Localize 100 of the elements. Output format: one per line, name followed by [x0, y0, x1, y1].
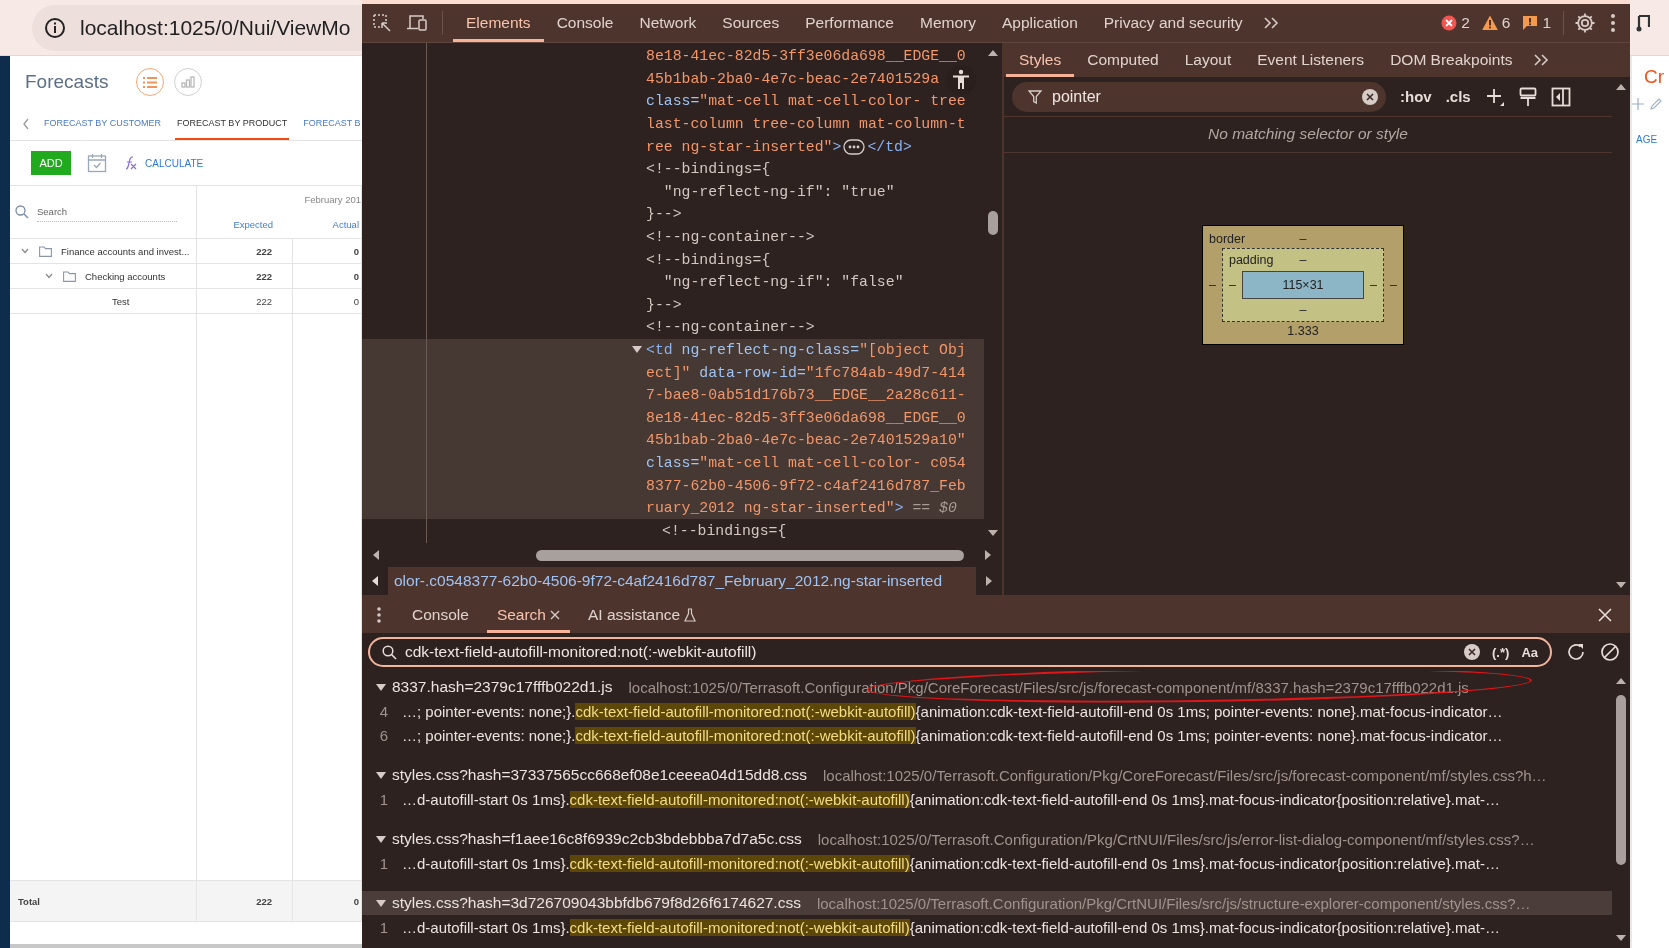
code-line[interactable]: <!--bindings={ — [646, 251, 771, 268]
scroll-up-icon[interactable] — [1615, 83, 1627, 91]
error-count-button[interactable]: 2 — [1441, 14, 1470, 32]
expanded-triangle-icon[interactable] — [376, 834, 386, 844]
code-line[interactable]: 7-bae8-0ab51d176b73__EDGE__2a28c611- — [646, 387, 966, 404]
more-tabs-icon[interactable] — [1263, 16, 1280, 30]
filter-field[interactable]: pointer — [1012, 81, 1386, 112]
clear-icon[interactable] — [1464, 644, 1481, 660]
clear-icon[interactable] — [1362, 88, 1378, 105]
match-line[interactable]: …d-autofill-start 0s 1ms}.cdk-text-field-autofill-monitored:not(:-webkit-autofill){animation:cdk-text-field-autofill-end 0s 1ms}.mat-focus-indicator{position:relative}.mat-… — [402, 918, 1500, 936]
panel-tab[interactable]: Console — [543, 4, 627, 42]
drawer-tab[interactable]: Console — [402, 597, 479, 633]
selected-result-header[interactable]: styles.css?hash=3d726709043bbfdb679f8d26f6174627.css localhost:1025/0/Terrasoft.Configuration/Pkg/CrtNUI/Files/src/js/structure-explorer-component/styles.css?… — [362, 891, 1612, 915]
code-line[interactable]: <td ng-reflect-ng-class="[object Obj — [646, 342, 966, 358]
hover-state-button[interactable]: :hov — [1400, 88, 1432, 105]
scroll-up-icon[interactable] — [1615, 677, 1627, 685]
sidebar-tab[interactable]: Layout — [1171, 43, 1245, 77]
code-line[interactable]: 8377-62b0-4506-9f72-c4af2416d787_Feb — [646, 477, 966, 494]
collapsed-content-icon[interactable] — [843, 138, 866, 155]
column-header[interactable]: Actual — [293, 219, 361, 230]
close-icon[interactable] — [1598, 608, 1612, 622]
panel-tab[interactable]: Privacy and security — [1090, 4, 1256, 42]
code-line[interactable]: ect]" data-row-id="1fc784ab-49d7-414 — [646, 364, 966, 381]
drawer-menu-icon[interactable] — [376, 606, 382, 624]
chevron-left-icon[interactable] — [22, 118, 30, 130]
issue-count-button[interactable]: 1 — [1522, 14, 1551, 32]
code-line[interactable]: 45b1bab-2ba0-4e7c-beac-2e7401529a10" — [646, 432, 966, 449]
column-header[interactable]: Expected — [197, 219, 293, 230]
warning-count-button[interactable]: 6 — [1481, 14, 1511, 32]
code-line[interactable]: "ng-reflect-ng-if": "false" — [646, 274, 904, 291]
panel-tab[interactable]: Application — [988, 4, 1091, 42]
page-tab[interactable]: FORECAST BY PRODUCT — [175, 108, 290, 140]
scrollbar-thumb[interactable] — [536, 549, 964, 561]
sidebar-toggle-icon[interactable] — [1550, 86, 1571, 107]
code-line[interactable]: 8e18-41ec-82d5-3ff3e06da698__EDGE__0 — [646, 48, 966, 65]
file-name[interactable]: styles.css?hash=37337565cc668ef08e1ceeea04d15dd8.css — [392, 766, 807, 784]
more-options-icon[interactable] — [1610, 13, 1616, 33]
chevron-down-icon[interactable] — [20, 246, 30, 256]
code-line[interactable]: <!--bindings={ — [662, 522, 787, 539]
refresh-icon[interactable] — [1566, 642, 1586, 662]
panel-tab[interactable]: Sources — [709, 4, 793, 42]
match-line[interactable]: …; pointer-events: none;}.cdk-text-field-autofill-monitored:not(:-webkit-autofill){animation:cdk-text-field-autofill-end 0s 1ms; pointer-events: none}.mat-focus-indicator… — [402, 702, 1503, 720]
code-line[interactable]: last-column tree-column mat-column-t — [646, 116, 966, 133]
regex-button[interactable]: (.*) — [1492, 644, 1510, 660]
code-line[interactable]: ruary_2012 ng-star-inserted"> == $0 — [646, 500, 957, 517]
add-rule-icon[interactable] — [1484, 86, 1505, 107]
clear-results-icon[interactable] — [1600, 642, 1620, 662]
scrollbar-thumb[interactable] — [1616, 695, 1626, 865]
panel-tab[interactable]: Elements — [453, 4, 544, 42]
page-tab[interactable]: FORECAST BY CUSTOMER — [42, 108, 164, 140]
code-line[interactable]: </td> — [867, 138, 912, 155]
code-line[interactable]: <!--ng-container--> — [646, 319, 815, 336]
scroll-up-icon[interactable] — [987, 49, 999, 57]
drawer-tab[interactable]: Search — [486, 597, 570, 633]
match-line[interactable]: …; pointer-events: none;}.cdk-text-field-autofill-monitored:not(:-webkit-autofill){animation:cdk-text-field-autofill-end 0s 1ms; pointer-events: none}.mat-focus-indicator… — [402, 726, 1503, 744]
file-name[interactable]: 8337.hash=2379c17fffb022d1.js — [392, 678, 613, 696]
page-link[interactable]: AGE — [1636, 134, 1669, 145]
match-line[interactable]: …d-autofill-start 0s 1ms}.cdk-text-field-autofill-monitored:not(:-webkit-autofill){animation:cdk-text-field-autofill-end 0s 1ms}.mat-focus-indicator{position:relative}.mat-… — [402, 790, 1500, 808]
scroll-down-icon[interactable] — [987, 529, 999, 537]
scroll-down-icon[interactable] — [1615, 581, 1627, 589]
address-field[interactable]: localhost:1025/0/Nui/ViewMo — [32, 4, 362, 51]
search-field[interactable]: Search — [37, 202, 177, 222]
breadcrumb-right-button[interactable] — [976, 567, 1002, 595]
file-name[interactable]: styles.css?hash=3d726709043bbfdb679f8d26f6174627.css — [392, 894, 801, 912]
settings-icon[interactable] — [1574, 12, 1596, 34]
border-box[interactable]: border – – padding – – 115×31 – – – 1.333 — [1202, 225, 1404, 345]
device-toolbar-icon[interactable] — [406, 13, 428, 33]
scroll-right-icon[interactable] — [984, 549, 992, 561]
more-tabs-icon[interactable] — [1533, 53, 1550, 67]
code-line[interactable]: ree ng-star-inserted"> — [646, 138, 842, 155]
padding-box[interactable]: padding – – 115×31 – – — [1221, 248, 1385, 322]
breadcrumb-item[interactable]: olor-.c0548377-62b0-4506-9f72-c4af2416d787_February_2012.ng-star-inserted — [388, 572, 976, 590]
code-line[interactable]: <!--bindings={ — [646, 161, 771, 178]
calculate-button[interactable]: CALCULATE — [123, 156, 204, 170]
file-name[interactable]: styles.css?hash=f1aee16c8f6939c2cb3bdebbba7d7a5c.css — [392, 830, 802, 848]
scroll-left-icon[interactable] — [372, 549, 380, 561]
expanded-triangle-icon[interactable] — [376, 682, 386, 692]
code-line[interactable]: "ng-reflect-ng-if": "true" — [646, 183, 895, 200]
search-field[interactable]: cdk-text-field-autofill-monitored:not(:-webkit-autofill) (.*) Aa — [368, 637, 1552, 667]
scroll-down-icon[interactable] — [1615, 934, 1627, 942]
content-box[interactable]: 115×31 — [1241, 271, 1365, 299]
sidebar-tab[interactable]: DOM Breakpoints — [1377, 43, 1526, 77]
code-line[interactable]: class="mat-cell mat-cell-color- tree — [646, 93, 966, 110]
code-line[interactable]: 45b1bab-2ba0-4e7c-beac-2e7401529a — [646, 70, 940, 87]
code-line[interactable]: class="mat-cell mat-cell-color- c054 — [646, 455, 966, 471]
paint-brush-icon[interactable] — [1518, 86, 1537, 107]
scrollbar-thumb[interactable] — [988, 211, 998, 235]
code-line[interactable]: }--> — [646, 296, 682, 313]
panel-tab[interactable]: Performance — [792, 4, 907, 42]
expanded-triangle-icon[interactable] — [632, 346, 642, 354]
class-button[interactable]: .cls — [1445, 88, 1471, 105]
code-line[interactable]: <!--ng-container--> — [646, 229, 815, 246]
match-case-button[interactable]: Aa — [1521, 644, 1538, 660]
code-line[interactable]: 8e18-41ec-82d5-3ff3e06da698__EDGE__0 — [646, 409, 966, 426]
expanded-triangle-icon[interactable] — [376, 898, 386, 908]
drawer-tab[interactable]: AI assistance — [578, 597, 707, 633]
match-line[interactable]: …d-autofill-start 0s 1ms}.cdk-text-field-autofill-monitored:not(:-webkit-autofill){animation:cdk-text-field-autofill-end 0s 1ms}.mat-focus-indicator{position:relative}.mat-… — [402, 854, 1500, 872]
sidebar-tab[interactable]: Event Listeners — [1244, 43, 1378, 77]
sidebar-tab[interactable]: Styles — [1006, 43, 1075, 77]
filter-input[interactable]: pointer — [1052, 87, 1352, 106]
